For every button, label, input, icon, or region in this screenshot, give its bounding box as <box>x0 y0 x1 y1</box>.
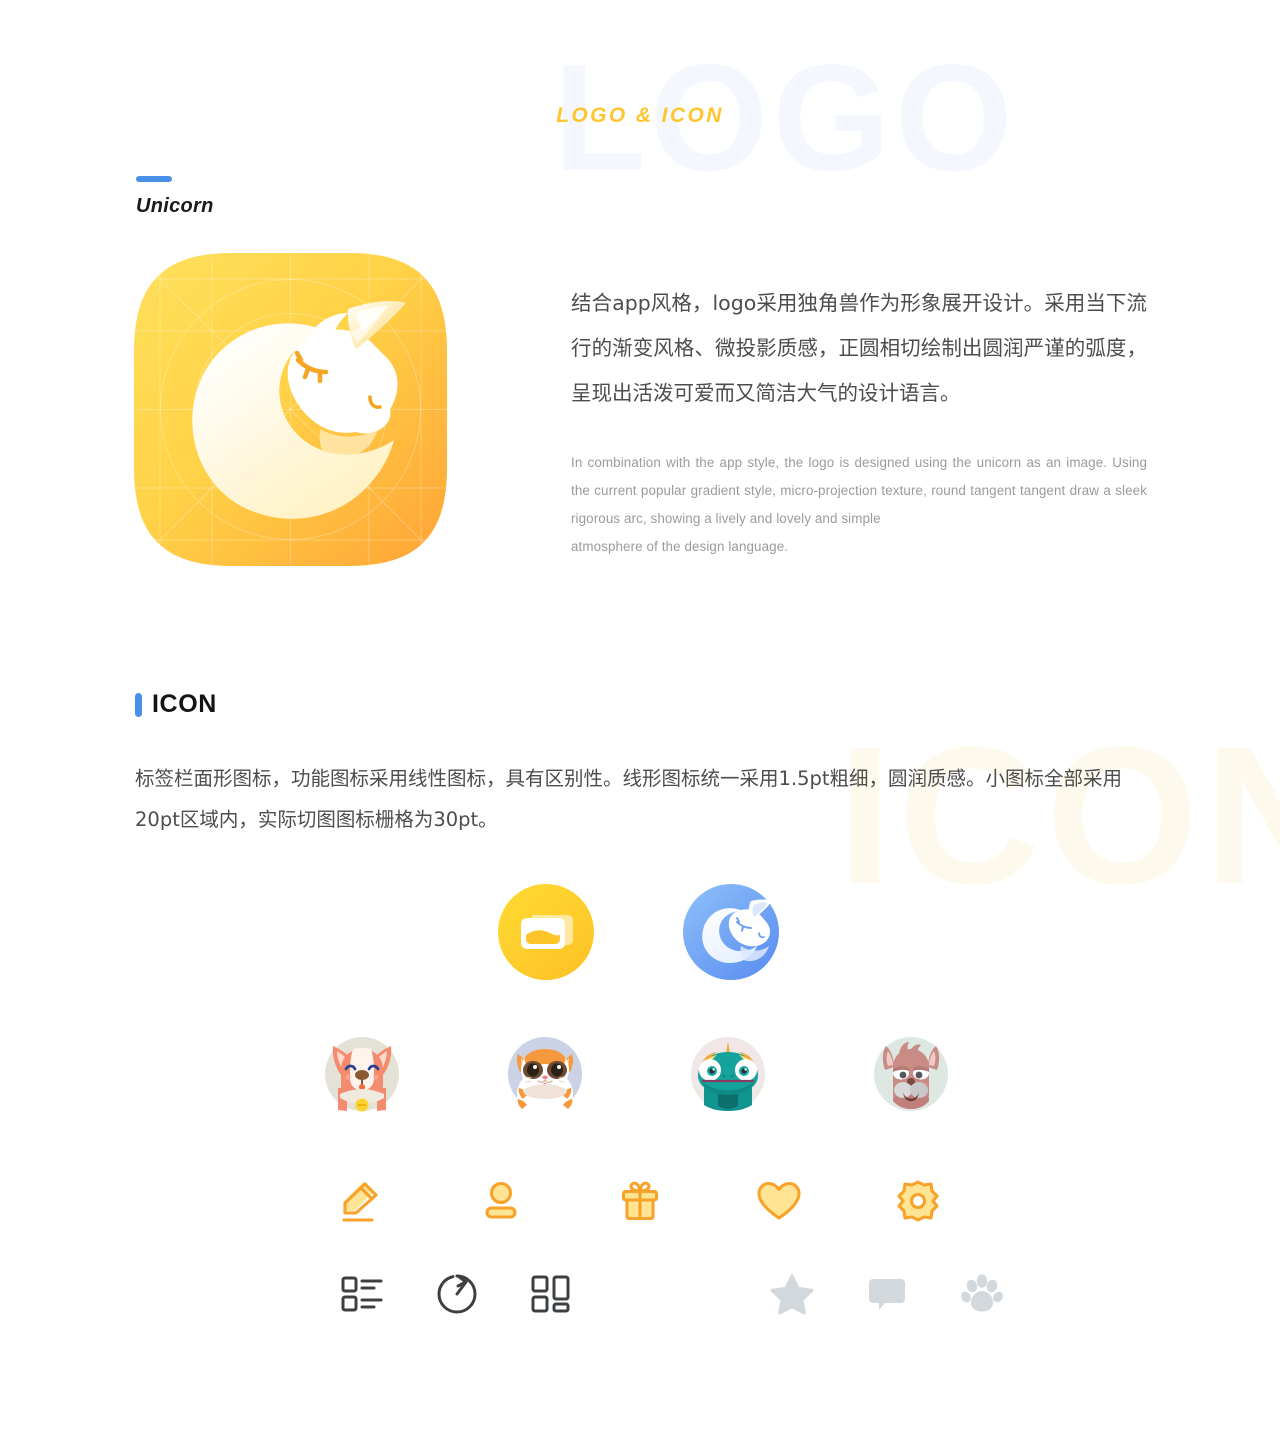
unicorn-copy-block: 结合app风格，logo采用独角兽作为形象展开设计。采用当下流行的渐变风格、微投… <box>571 281 1147 561</box>
alpaca-avatar-icon[interactable] <box>869 1032 953 1116</box>
row-spacer <box>624 1271 720 1317</box>
unicorn-copy-english-line-1: In combination with the app style, the l… <box>571 455 1147 526</box>
unicorn-copy-chinese: 结合app风格，logo采用独角兽作为形象展开设计。采用当下流行的渐变风格、微投… <box>571 291 1147 405</box>
share-icon[interactable] <box>434 1271 480 1317</box>
gray-line-icon-row <box>339 1271 1005 1317</box>
unicorn-app-icon <box>134 253 447 566</box>
gallery-icon[interactable] <box>498 884 594 980</box>
unicorn-section-heading: Unicorn <box>136 176 214 218</box>
design-spec-page: LOGO ICON LOGO & ICON Unicorn <box>0 0 1280 1439</box>
list-view-icon[interactable] <box>339 1271 385 1317</box>
icon-heading-label: ICON <box>152 690 217 718</box>
tabbar-icon-row <box>498 884 779 980</box>
user-icon[interactable] <box>478 1178 524 1224</box>
star-icon[interactable] <box>769 1271 815 1317</box>
yellow-line-icon-row <box>339 1178 941 1224</box>
heart-icon[interactable] <box>756 1178 802 1224</box>
accent-bar <box>136 176 172 182</box>
page-title: LOGO & ICON <box>556 104 724 127</box>
chameleon-avatar-icon[interactable] <box>686 1032 770 1116</box>
paw-icon[interactable] <box>959 1271 1005 1317</box>
edit-pencil-icon[interactable] <box>339 1178 385 1224</box>
grid-view-icon[interactable] <box>529 1271 575 1317</box>
dog-avatar-icon[interactable] <box>320 1032 404 1116</box>
unicorn-heading-label: Unicorn <box>136 195 214 217</box>
gift-icon[interactable] <box>617 1178 663 1224</box>
unicorn-copy-english: In combination with the app style, the l… <box>571 449 1147 561</box>
icon-section-heading: ICON <box>135 690 217 719</box>
accent-bar-vertical <box>135 692 142 717</box>
cat-avatar-icon[interactable] <box>503 1032 587 1116</box>
unicorn-icon[interactable] <box>683 884 779 980</box>
icon-section-description: 标签栏面形图标，功能图标采用线性图标，具有区别性。线形图标统一采用1.5pt粗细… <box>135 767 1123 831</box>
animal-avatar-row <box>320 1032 953 1116</box>
comment-icon[interactable] <box>864 1271 910 1317</box>
settings-gear-icon[interactable] <box>895 1178 941 1224</box>
unicorn-copy-english-line-2: atmosphere of the design language. <box>571 539 789 554</box>
